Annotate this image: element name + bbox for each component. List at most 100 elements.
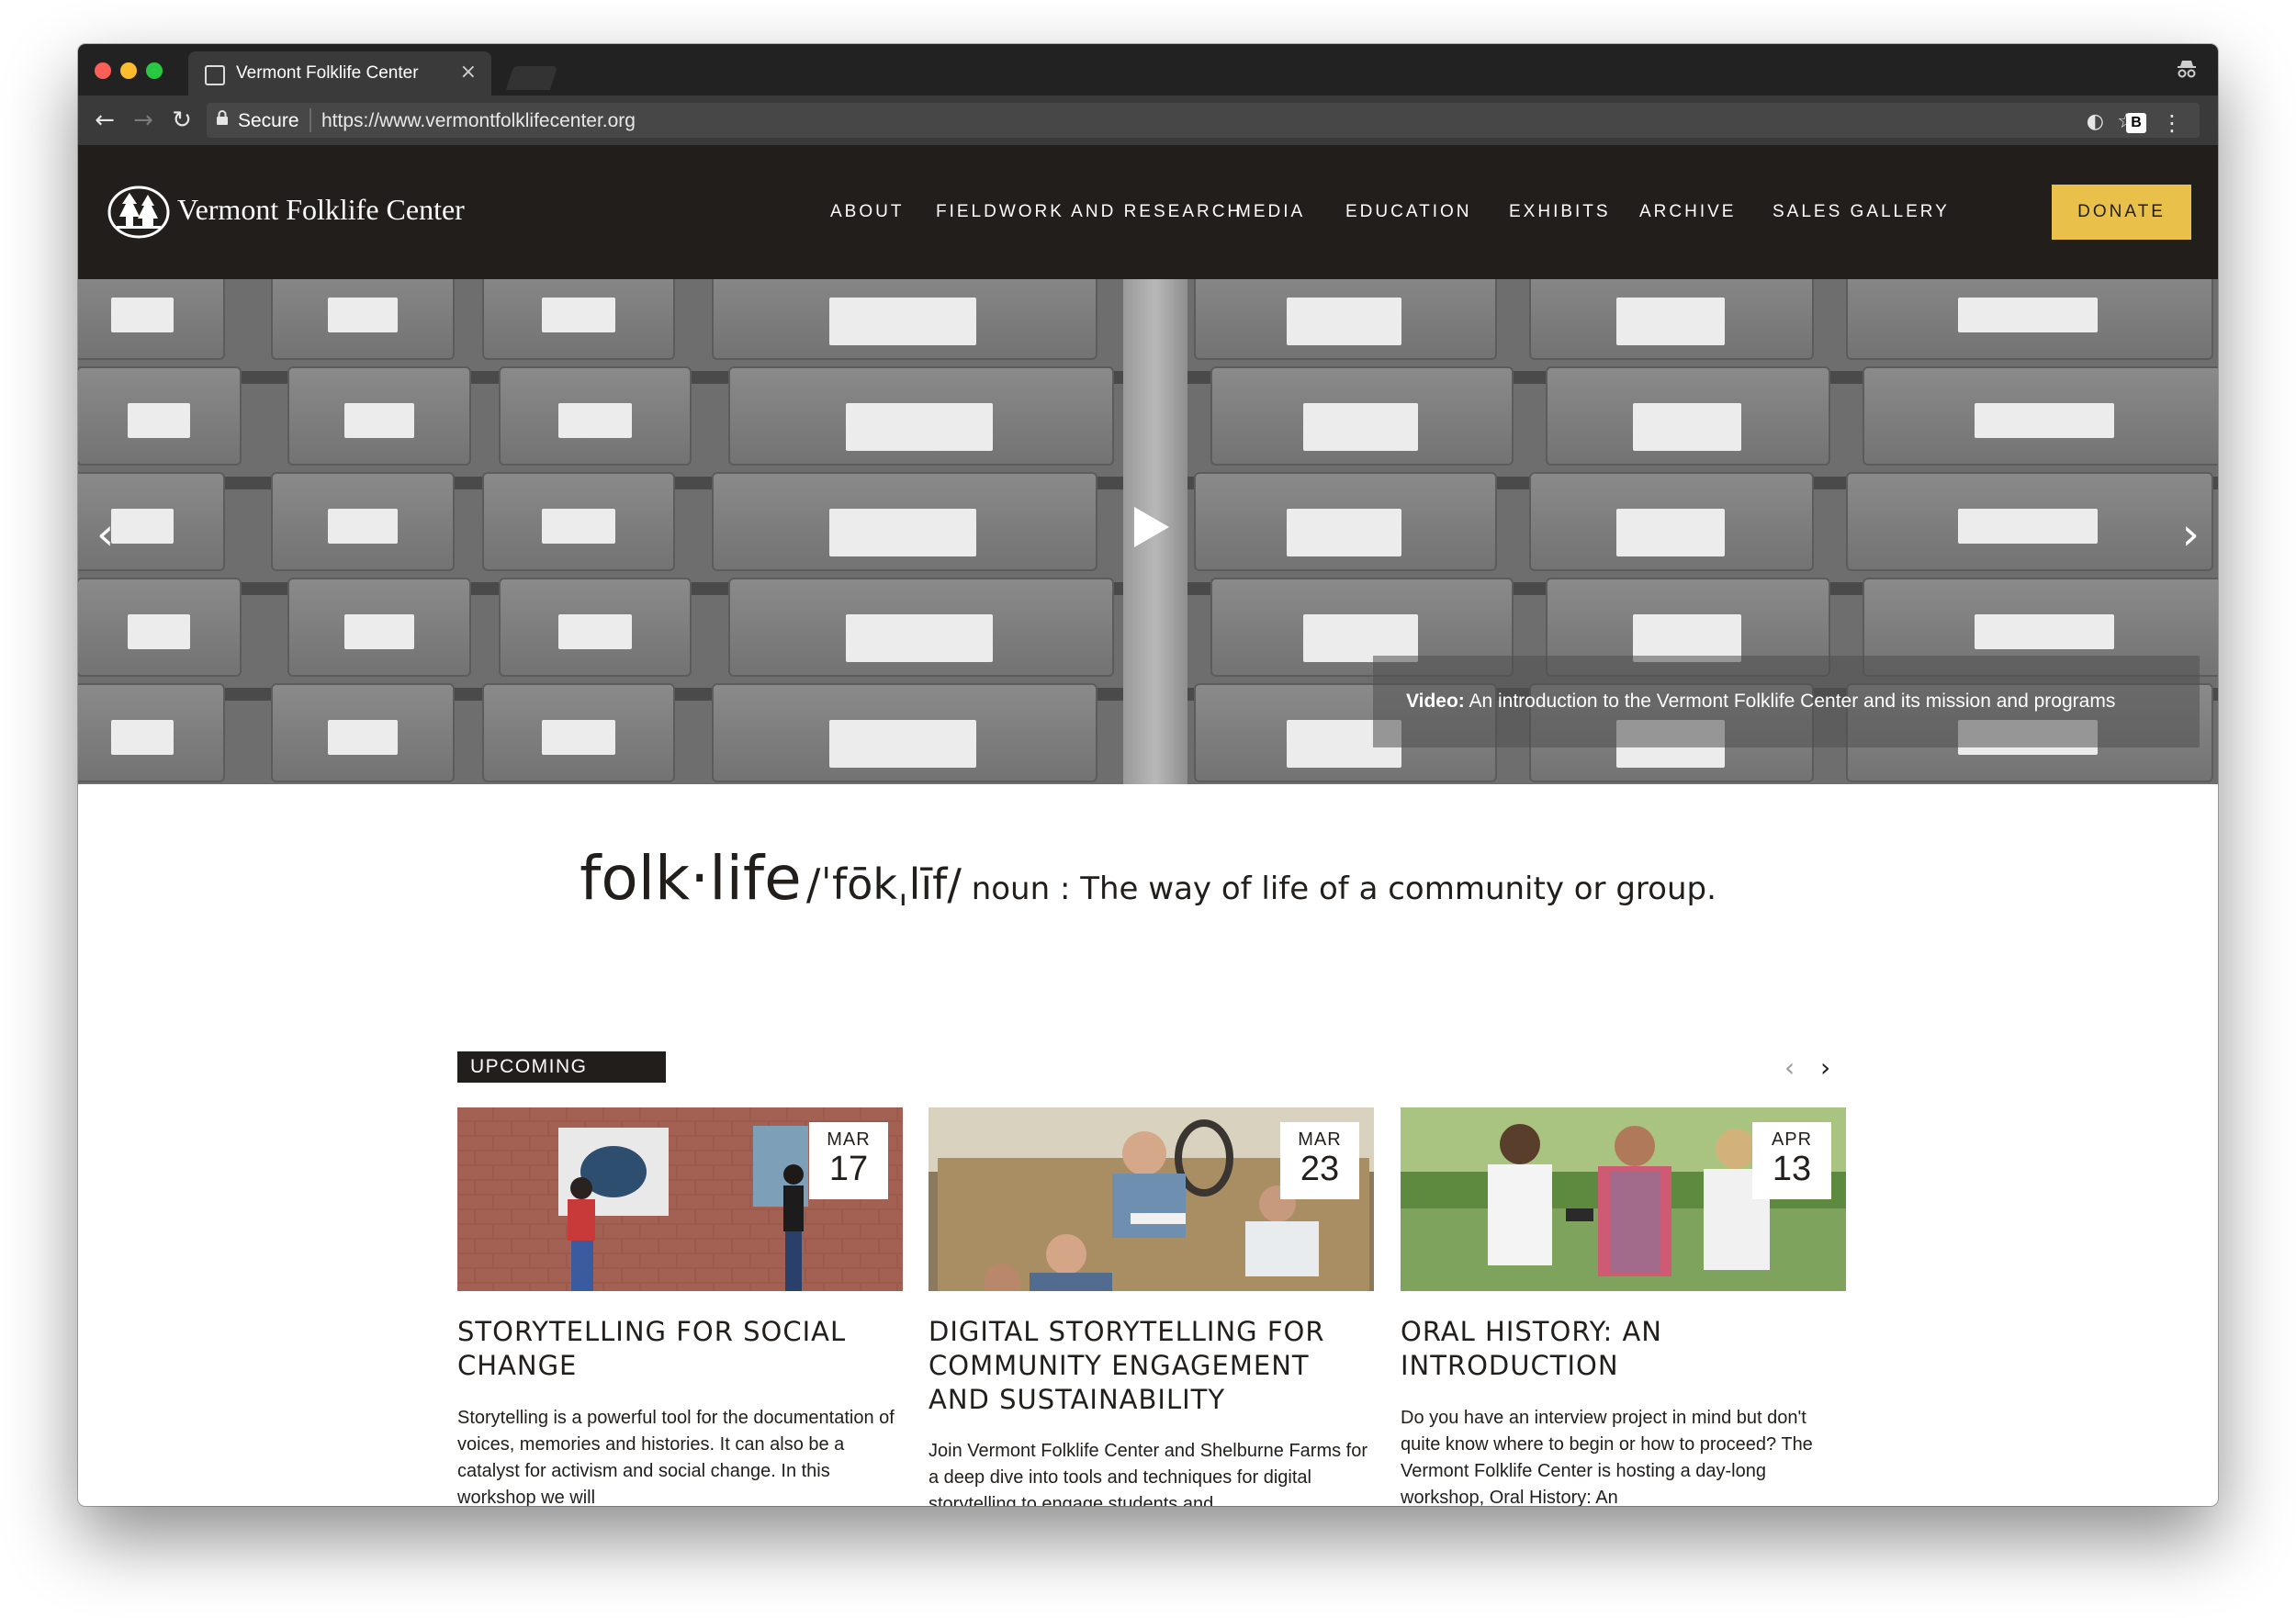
back-arrow-icon[interactable]: ← <box>91 107 118 134</box>
definition-pronunciation: /ˈfōkˌlīf/ <box>805 860 962 909</box>
archive-box <box>78 683 225 782</box>
url-text[interactable]: https://www.vermontfolklifecenter.org <box>321 110 636 132</box>
event-date: APR 13 <box>1752 1122 1831 1199</box>
archive-box <box>1846 472 2213 571</box>
reload-icon[interactable]: ↻ <box>168 107 196 134</box>
box-label <box>344 403 414 438</box>
event-date: MAR 17 <box>809 1122 888 1199</box>
nav-fieldwork-and-research[interactable]: FIELDWORK AND RESEARCH <box>936 202 1243 222</box>
definition-text: noun : The way of life of a community or… <box>961 871 1716 907</box>
forward-arrow-icon[interactable]: → <box>129 107 157 134</box>
minimize-window-button[interactable] <box>120 62 137 79</box>
archive-box <box>271 683 455 782</box>
box-label <box>1616 509 1725 556</box>
archive-box <box>482 472 675 571</box>
event-image[interactable]: APR 13 <box>1401 1107 1846 1291</box>
hero-video[interactable]: ‹ › Video: An introduction to the Vermon… <box>78 279 2218 784</box>
archive-box <box>1846 279 2213 360</box>
archive-box <box>78 279 225 360</box>
box-label <box>542 509 615 544</box>
video-caption: Video: An introduction to the Vermont Fo… <box>1373 656 2200 747</box>
tab-close-icon[interactable]: × <box>460 61 477 84</box>
box-label <box>111 509 174 544</box>
caption-bold: Video: <box>1406 691 1465 712</box>
box-label <box>1287 298 1401 345</box>
incognito-icon[interactable] <box>2176 59 2198 79</box>
box-label <box>829 720 976 768</box>
archive-box <box>1546 366 1830 466</box>
favicon-icon <box>205 65 225 85</box>
browser-menu-icon[interactable]: ⋮ <box>2161 110 2183 136</box>
archive-box <box>271 279 455 360</box>
event-image[interactable]: MAR 17 <box>457 1107 903 1291</box>
archive-box <box>482 683 675 782</box>
event-title[interactable]: STORYTELLING FOR SOCIAL CHANGE <box>457 1315 903 1383</box>
event-description: Do you have an interview project in mind… <box>1401 1408 1813 1506</box>
logo-icon[interactable] <box>107 185 170 239</box>
archive-box <box>287 578 471 677</box>
nav-archive[interactable]: ARCHIVE <box>1639 202 1736 222</box>
nav-education[interactable]: EDUCATION <box>1345 202 1471 222</box>
play-icon[interactable] <box>1134 507 1169 547</box>
box-label <box>1303 403 1418 451</box>
box-label <box>829 298 976 345</box>
archive-box <box>499 578 692 677</box>
box-label <box>558 403 632 438</box>
archive-box <box>1863 366 2218 466</box>
translate-icon[interactable]: ◐ <box>2087 110 2104 133</box>
secure-label: Secure <box>238 110 299 131</box>
event-date: MAR 23 <box>1280 1122 1359 1199</box>
box-label <box>128 403 190 438</box>
upcoming-prev-arrow-icon[interactable]: ‹ <box>1784 1052 1795 1083</box>
archive-box <box>78 366 242 466</box>
url-separator <box>310 108 311 132</box>
tab-strip: Vermont Folklife Center × <box>78 44 2218 96</box>
box-label <box>542 720 615 755</box>
event-image[interactable]: MAR 23 <box>929 1107 1374 1291</box>
hero-next-arrow-icon[interactable]: › <box>2182 509 2200 560</box>
box-label <box>1287 509 1401 556</box>
lock-icon <box>217 110 228 125</box>
nav-sales-gallery[interactable]: SALES GALLERY <box>1773 202 1950 222</box>
box-label <box>1975 614 2114 649</box>
archive-box <box>287 366 471 466</box>
nav-exhibits[interactable]: EXHIBITS <box>1509 202 1611 222</box>
archive-box <box>78 578 242 677</box>
browser-tab[interactable]: Vermont Folklife Center × <box>188 51 491 96</box>
archive-box <box>1194 472 1497 571</box>
box-label <box>1633 403 1741 451</box>
caption-body: An introduction to the Vermont Folklife … <box>1464 691 2116 712</box>
browser-window: Vermont Folklife Center × ← → ↻ Secure h… <box>78 44 2218 1506</box>
box-label <box>1958 509 2098 544</box>
archive-box <box>728 578 1114 677</box>
box-label <box>1616 298 1725 345</box>
event-day: 23 <box>1300 1150 1340 1188</box>
close-window-button[interactable] <box>95 62 111 79</box>
box-label <box>328 720 398 755</box>
event-title[interactable]: DIGITAL STORYTELLING FOR COMMUNITY ENGAG… <box>929 1315 1374 1417</box>
site-logo-text[interactable]: Vermont Folklife Center <box>177 193 465 227</box>
new-tab-button[interactable] <box>505 66 558 90</box>
definition-word: folk·life <box>580 843 802 914</box>
donate-button[interactable]: DONATE <box>2052 185 2191 240</box>
upcoming-label: UPCOMING <box>457 1051 666 1083</box>
event-description: Join Vermont Folklife Center and Shelbur… <box>929 1441 1367 1506</box>
hero-prev-arrow-icon[interactable]: ‹ <box>96 509 114 560</box>
event-month: MAR <box>1298 1129 1342 1150</box>
archive-box <box>271 472 455 571</box>
browser-toolbar: ← → ↻ Secure https://www.vermontfolklife… <box>78 96 2218 145</box>
box-label <box>558 614 632 649</box>
archive-box <box>1529 472 1814 571</box>
event-title[interactable]: ORAL HISTORY: AN INTRODUCTION <box>1401 1315 1846 1383</box>
address-bar[interactable]: Secure https://www.vermontfolklifecenter… <box>207 103 2200 138</box>
tab-title: Vermont Folklife Center <box>236 63 419 83</box>
event-day: 13 <box>1772 1150 1812 1188</box>
site-header: Vermont Folklife Center ABOUT FIELDWORK … <box>78 145 2218 279</box>
zoom-window-button[interactable] <box>146 62 163 79</box>
caption-text: Video: An introduction to the Vermont Fo… <box>1406 691 2115 713</box>
upcoming-next-arrow-icon[interactable]: › <box>1820 1052 1830 1083</box>
event-month: MAR <box>827 1129 871 1150</box>
extension-icon[interactable]: B <box>2126 113 2146 133</box>
nav-media[interactable]: MEDIA <box>1236 202 1305 222</box>
nav-about[interactable]: ABOUT <box>830 202 904 222</box>
